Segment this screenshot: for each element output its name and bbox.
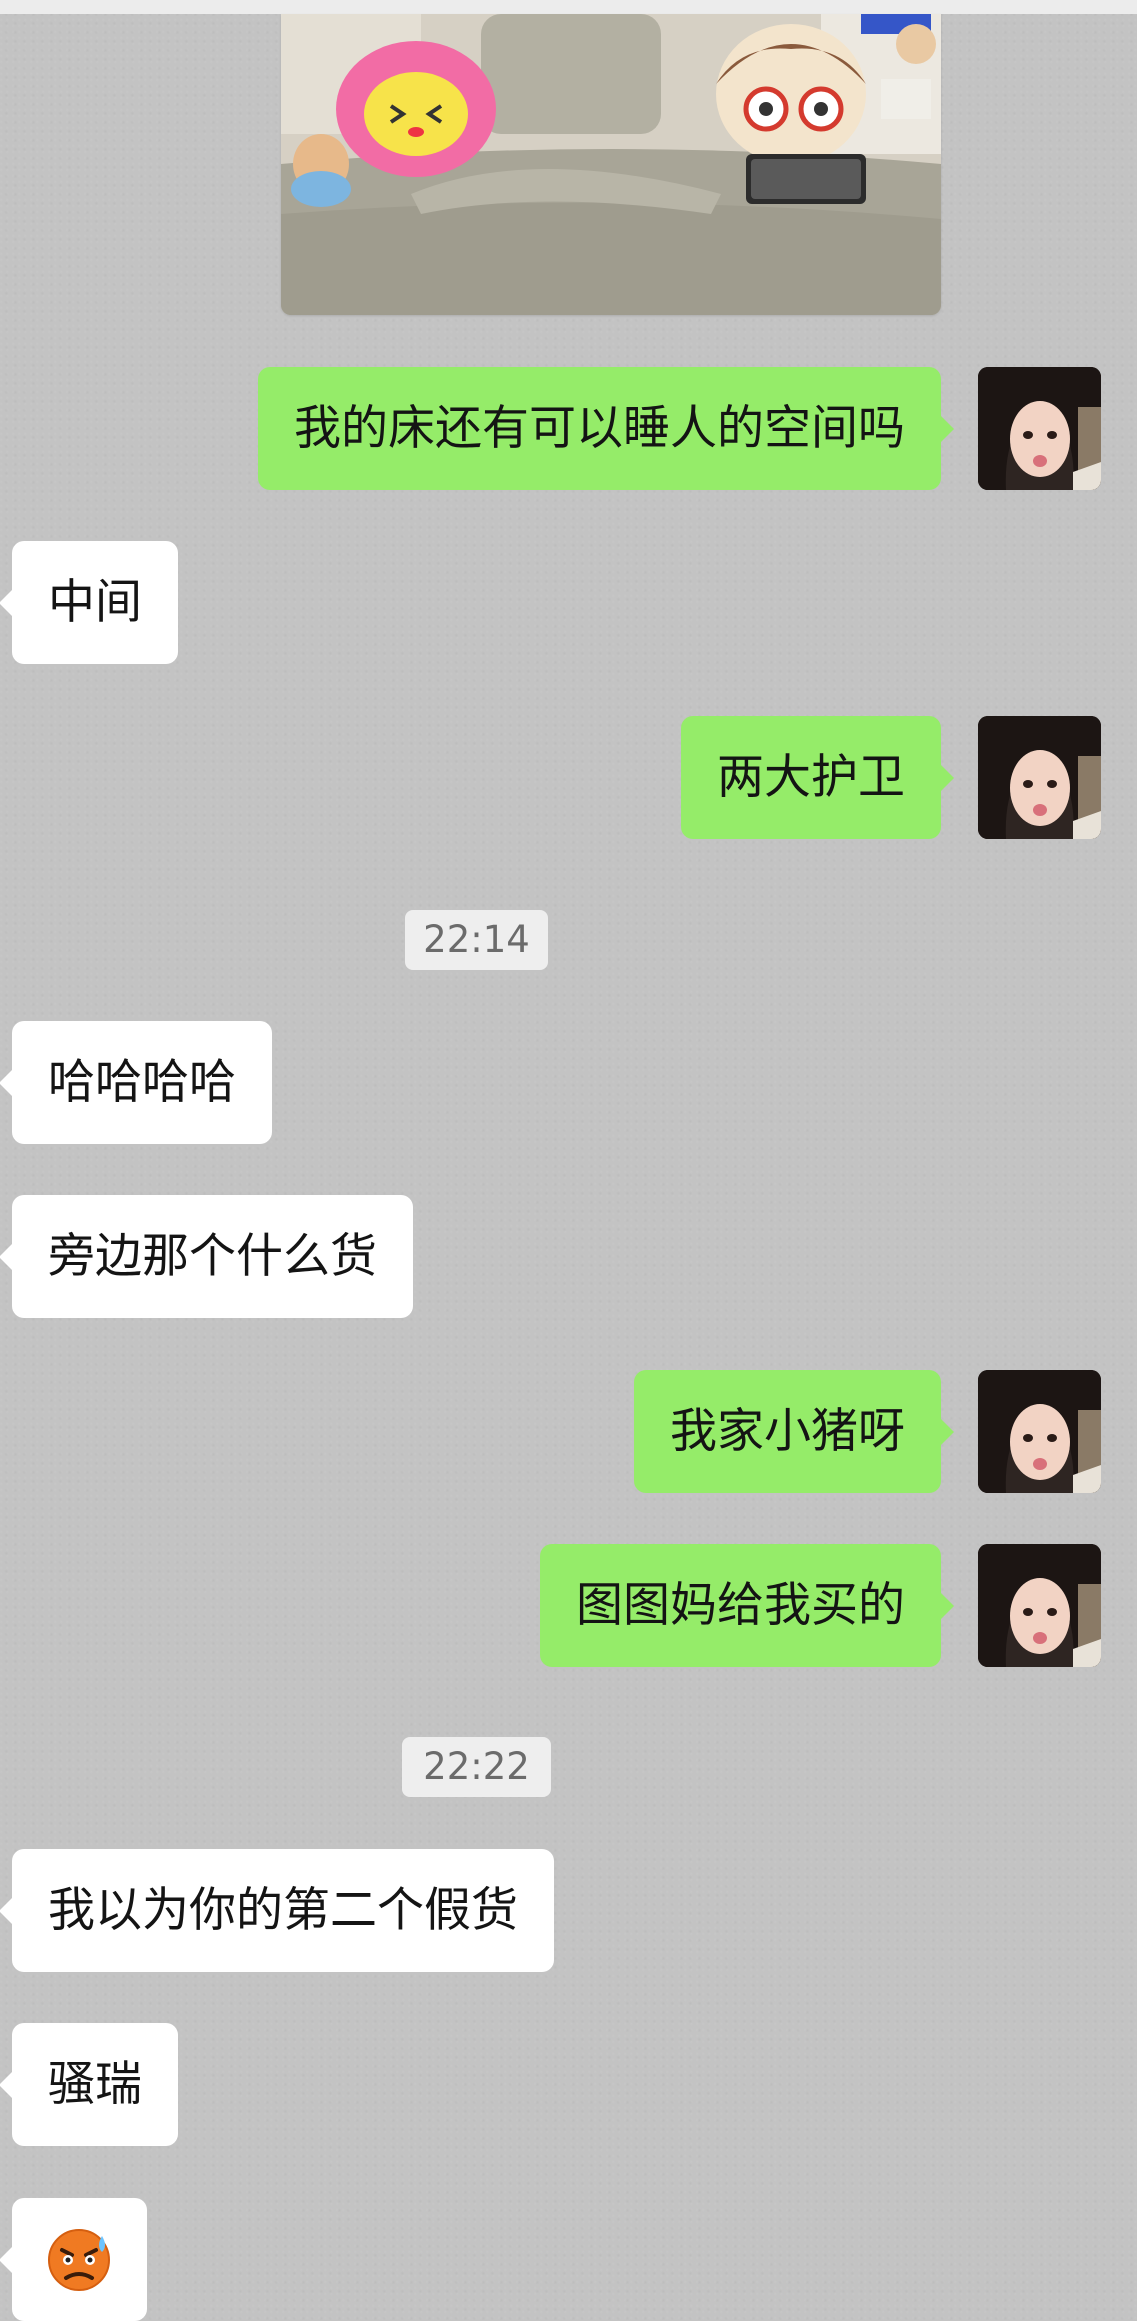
- shared-photo[interactable]: [281, 14, 941, 315]
- message-bubble-outgoing[interactable]: 我家小猪呀: [634, 1370, 954, 1493]
- user-avatar-icon: [978, 367, 1101, 490]
- message-text: 中间: [48, 575, 142, 630]
- message-bubble-outgoing[interactable]: 图图妈给我买的: [540, 1544, 954, 1667]
- message-bubble-incoming[interactable]: 骚瑞: [0, 2023, 178, 2146]
- timestamp: 22:22: [402, 1737, 551, 1797]
- message-bubble-outgoing[interactable]: 我的床还有可以睡人的空间吗: [258, 367, 954, 490]
- timestamp: 22:14: [405, 910, 548, 970]
- message-text: 骚瑞: [48, 2057, 142, 2112]
- message-bubble-incoming-emoji[interactable]: [0, 2198, 147, 2321]
- message-bubble-incoming[interactable]: 中间: [0, 541, 178, 664]
- bedroom-photo-icon: [281, 14, 941, 315]
- avatar[interactable]: [978, 1544, 1101, 1667]
- message-bubble-incoming[interactable]: 哈哈哈哈: [0, 1021, 272, 1144]
- sweating-angry-face-emoji-icon: [48, 2229, 110, 2291]
- user-avatar-icon: [978, 716, 1101, 839]
- user-avatar-icon: [978, 1370, 1101, 1493]
- message-text: 旁边那个什么货: [48, 1229, 377, 1284]
- message-text: 图图妈给我买的: [576, 1578, 905, 1633]
- message-text: 我以为你的第二个假货: [48, 1883, 518, 1938]
- message-text: 哈哈哈哈: [48, 1055, 236, 1110]
- message-text: 两大护卫: [717, 750, 905, 805]
- message-bubble-outgoing[interactable]: 两大护卫: [681, 716, 954, 839]
- status-bar-strip: [0, 0, 1137, 14]
- avatar[interactable]: [978, 716, 1101, 839]
- message-bubble-incoming[interactable]: 我以为你的第二个假货: [0, 1849, 554, 1972]
- avatar[interactable]: [978, 1370, 1101, 1493]
- avatar[interactable]: [978, 367, 1101, 490]
- user-avatar-icon: [978, 1544, 1101, 1667]
- message-bubble-incoming[interactable]: 旁边那个什么货: [0, 1195, 413, 1318]
- message-text: 我家小猪呀: [670, 1404, 905, 1459]
- message-text: 我的床还有可以睡人的空间吗: [294, 401, 905, 456]
